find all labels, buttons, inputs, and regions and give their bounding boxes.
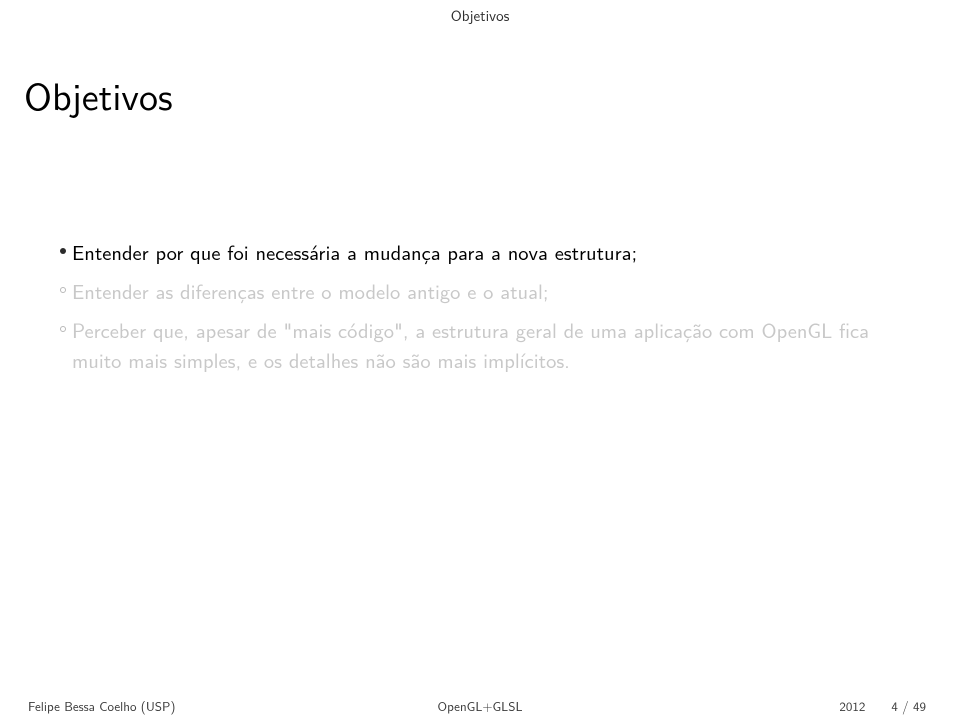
bullet-icon: [54, 287, 72, 293]
list-item: Entender as diferenças entre o modelo an…: [54, 276, 906, 307]
content-area: Entender por que foi necessária a mudanç…: [54, 237, 906, 376]
list-item-text: Perceber que, apesar de "mais código", a…: [72, 315, 906, 377]
footer-page-current: 4: [891, 697, 898, 716]
header-section-label: Objetivos: [0, 0, 960, 26]
footer-title: OpenGL+GLSL: [438, 697, 523, 716]
list-item: Perceber que, apesar de "mais código", a…: [54, 315, 906, 377]
footer-year: 2012: [839, 697, 865, 716]
footer-page-total: 49: [913, 697, 926, 716]
bullet-icon: [54, 248, 72, 254]
footer-author: Felipe Bessa Coelho (USP): [28, 697, 175, 716]
slide-title: Objetivos: [24, 66, 960, 122]
footer: Felipe Bessa Coelho (USP) OpenGL+GLSL 20…: [0, 697, 960, 716]
bullet-icon: [54, 326, 72, 332]
list-item-text: Entender as diferenças entre o modelo an…: [72, 276, 906, 307]
list-item-text: Entender por que foi necessária a mudanç…: [72, 237, 906, 268]
footer-page-info: 2012 4 / 49: [839, 697, 926, 716]
slide: Objetivos Objetivos Entender por que foi…: [0, 0, 960, 720]
list-item: Entender por que foi necessária a mudanç…: [54, 237, 906, 268]
